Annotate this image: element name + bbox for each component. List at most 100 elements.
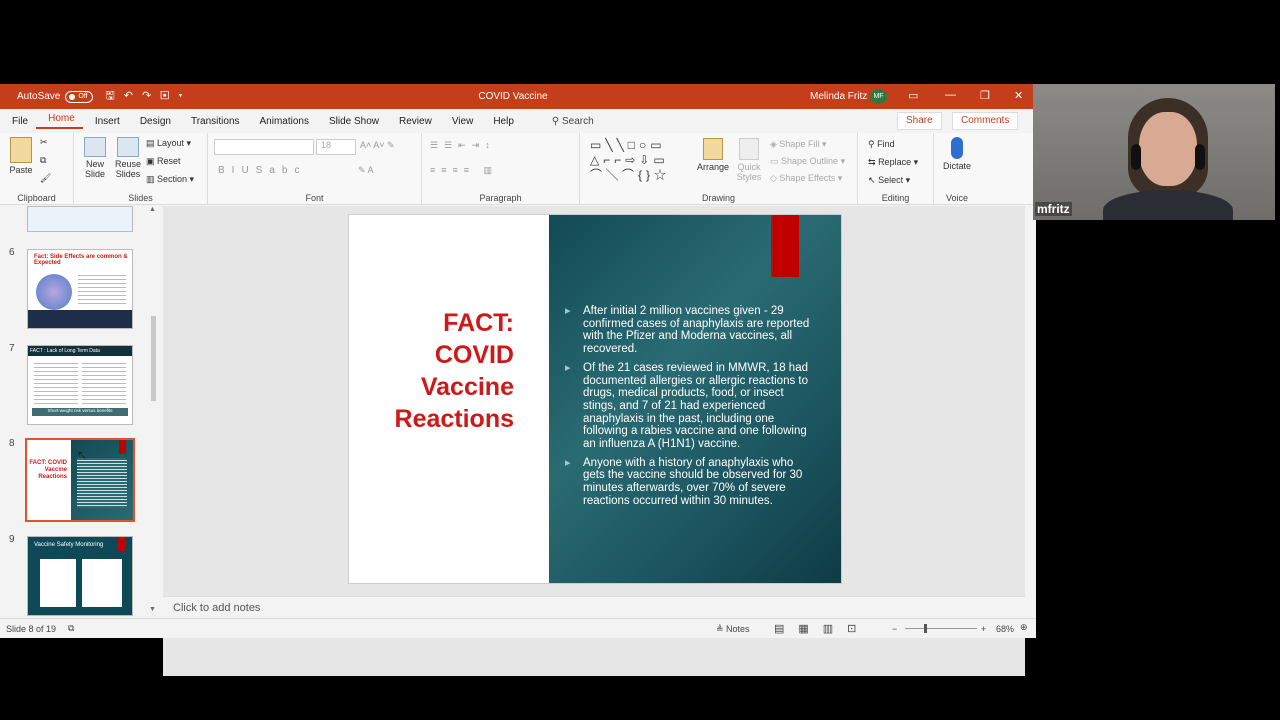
reuse-slides-button[interactable]: Reuse Slides bbox=[114, 137, 142, 179]
accessibility-icon[interactable]: ⧉ bbox=[68, 623, 74, 634]
thumbnail-title: Vaccine Safety Monitoring bbox=[34, 542, 104, 548]
tab-insert[interactable]: Insert bbox=[83, 116, 128, 127]
group-paragraph: ☰☰⇤⇥↕ ≡≡≡≡ ▥ Paragraph bbox=[422, 133, 580, 205]
replace-button[interactable]: ⇆ Replace ▾ bbox=[868, 157, 918, 168]
select-label: Select bbox=[878, 175, 904, 185]
group-label-clipboard: Clipboard bbox=[17, 193, 56, 203]
zoom-slider[interactable] bbox=[905, 628, 977, 629]
avatar[interactable]: MF bbox=[870, 89, 887, 104]
slide-title[interactable]: FACT: COVID Vaccine Reactions bbox=[369, 307, 514, 435]
shape-effects-button[interactable]: ◇ Shape Effects ▾ bbox=[770, 173, 842, 184]
group-label-slides: Slides bbox=[128, 193, 153, 203]
participant-name: mfritz bbox=[1035, 202, 1072, 216]
slide-number: 9 bbox=[9, 534, 15, 545]
slide-thumbnail-6[interactable]: Fact: Side Effects are common & Expected bbox=[27, 249, 133, 329]
zoom-level[interactable]: 68% bbox=[996, 624, 1014, 634]
share-button[interactable]: Share bbox=[897, 112, 942, 130]
tab-home[interactable]: Home bbox=[36, 113, 83, 129]
shape-outline-label: Shape Outline bbox=[781, 156, 839, 166]
webcam-video: mfritz bbox=[1033, 84, 1275, 220]
format-painter-icon[interactable]: 🖌 bbox=[40, 173, 51, 184]
mouse-cursor-icon: ↖ bbox=[77, 448, 88, 462]
section-label: Section bbox=[157, 174, 188, 184]
group-voice: Dictate Voice bbox=[934, 133, 980, 205]
section-button[interactable]: ▥ Section ▾ bbox=[146, 174, 194, 185]
scroll-down-icon[interactable]: ▼ bbox=[149, 606, 156, 613]
slide-thumbnail-7[interactable]: FACT : Lack of Long Term Data Short-weig… bbox=[27, 345, 133, 425]
thumbnail-text bbox=[34, 360, 78, 404]
editor-scrollbar[interactable] bbox=[1025, 206, 1037, 676]
reset-button[interactable]: ▣ Reset bbox=[146, 156, 181, 167]
notes-button[interactable]: ≜ Notes bbox=[716, 624, 750, 635]
font-format-buttons[interactable]: BIUSabc bbox=[218, 165, 306, 176]
slide-thumbnail-5[interactable] bbox=[27, 206, 133, 232]
select-button[interactable]: ↖ Select ▾ bbox=[868, 175, 910, 186]
thumbnail-scrollbar[interactable]: ▲ ▼ bbox=[149, 206, 159, 618]
group-label-editing: Editing bbox=[881, 193, 910, 203]
paste-button[interactable]: Paste bbox=[6, 137, 36, 175]
ribbon-tabs: File Home Insert Design Transitions Anim… bbox=[0, 109, 1036, 133]
comments-button[interactable]: Comments bbox=[952, 112, 1019, 130]
bullet-item: Anyone with a history of anaphylaxis who… bbox=[565, 457, 813, 508]
zoom-slider-thumb[interactable] bbox=[924, 624, 927, 633]
quick-styles-icon bbox=[739, 138, 759, 160]
view-buttons[interactable]: ▤▦▥⊡ bbox=[774, 622, 870, 635]
tab-help[interactable]: Help bbox=[481, 116, 522, 127]
tab-view[interactable]: View bbox=[440, 116, 482, 127]
slide-thumbnail-9[interactable]: Vaccine Safety Monitoring bbox=[27, 536, 133, 616]
group-clipboard: Paste ✂ ⧉ 🖌 Clipboard bbox=[0, 133, 74, 205]
slide-bullets[interactable]: After initial 2 million vaccines given -… bbox=[565, 305, 813, 514]
layout-button[interactable]: ▤ Layout ▾ bbox=[146, 138, 191, 149]
title-line: FACT: bbox=[443, 309, 514, 337]
restore-icon[interactable]: ❐ bbox=[980, 89, 990, 102]
scroll-thumb[interactable] bbox=[151, 316, 156, 401]
reuse-slides-icon bbox=[117, 137, 139, 157]
font-name-field[interactable] bbox=[214, 139, 314, 155]
headphones-icon bbox=[1131, 144, 1141, 170]
font-size-buttons[interactable]: A˄ A˅ ✎ bbox=[360, 140, 395, 151]
shape-fill-button[interactable]: ◈ Shape Fill ▾ bbox=[770, 139, 826, 150]
search-box[interactable]: ⚲ Search bbox=[552, 116, 594, 127]
ribbon-display-icon[interactable]: ▭ bbox=[908, 89, 918, 102]
tab-animations[interactable]: Animations bbox=[248, 116, 317, 127]
arrange-label: Arrange bbox=[696, 162, 730, 172]
cut-icon[interactable]: ✂ bbox=[40, 137, 48, 148]
font-color-icon[interactable]: ✎ A bbox=[358, 165, 374, 176]
scroll-up-icon[interactable]: ▲ bbox=[149, 206, 156, 213]
tab-transitions[interactable]: Transitions bbox=[179, 116, 248, 127]
tab-file[interactable]: File bbox=[0, 116, 36, 127]
quick-styles-button[interactable]: Quick Styles bbox=[734, 138, 764, 182]
headphones-icon bbox=[1195, 144, 1205, 170]
notes-pane[interactable]: Click to add notes bbox=[163, 596, 1025, 620]
tab-review[interactable]: Review bbox=[387, 116, 440, 127]
align-buttons[interactable]: ≡≡≡≡ ▥ bbox=[430, 165, 498, 176]
status-bar: Slide 8 of 19 ⧉ ≜ Notes ▤▦▥⊡ − + 68% ⊕ bbox=[0, 618, 1036, 638]
title-line: COVID bbox=[434, 341, 514, 369]
shapes-gallery[interactable]: ▭╲╲□○▭ △⌐⌐⇨⇩▭ ⌒╲⌒{}☆ bbox=[590, 138, 685, 183]
close-icon[interactable]: ✕ bbox=[1014, 89, 1023, 102]
new-slide-label: New Slide bbox=[84, 159, 105, 179]
red-accent-bar bbox=[771, 215, 799, 277]
font-size-field[interactable]: 18 bbox=[316, 139, 356, 155]
user-name[interactable]: Melinda Fritz bbox=[810, 91, 867, 102]
thumbnail-text bbox=[78, 272, 126, 304]
minimize-icon[interactable]: — bbox=[945, 89, 956, 101]
group-label-font: Font bbox=[305, 193, 324, 203]
shape-outline-button[interactable]: ▭ Shape Outline ▾ bbox=[770, 156, 845, 167]
current-slide[interactable]: FACT: COVID Vaccine Reactions After init… bbox=[348, 214, 842, 584]
arrange-icon bbox=[703, 138, 723, 160]
fit-slide-icon[interactable]: ⊕ bbox=[1020, 622, 1028, 633]
find-button[interactable]: ⚲ Find bbox=[868, 139, 895, 150]
list-buttons[interactable]: ☰☰⇤⇥↕ bbox=[430, 140, 496, 151]
tab-design[interactable]: Design bbox=[128, 116, 179, 127]
dictate-button[interactable]: Dictate bbox=[940, 137, 974, 171]
arrange-button[interactable]: Arrange bbox=[696, 138, 730, 172]
title-line: Vaccine bbox=[420, 373, 514, 401]
zoom-out-icon[interactable]: − bbox=[892, 624, 897, 634]
copy-icon[interactable]: ⧉ bbox=[40, 155, 46, 166]
bullet-item: Of the 21 cases reviewed in MMWR, 18 had… bbox=[565, 362, 813, 451]
new-slide-button[interactable]: New Slide bbox=[80, 137, 110, 179]
slide-thumbnail-8-selected[interactable]: FACT: COVID Vaccine Reactions ↖ bbox=[25, 438, 135, 522]
zoom-in-icon[interactable]: + bbox=[981, 624, 986, 634]
tab-slide-show[interactable]: Slide Show bbox=[317, 116, 387, 127]
